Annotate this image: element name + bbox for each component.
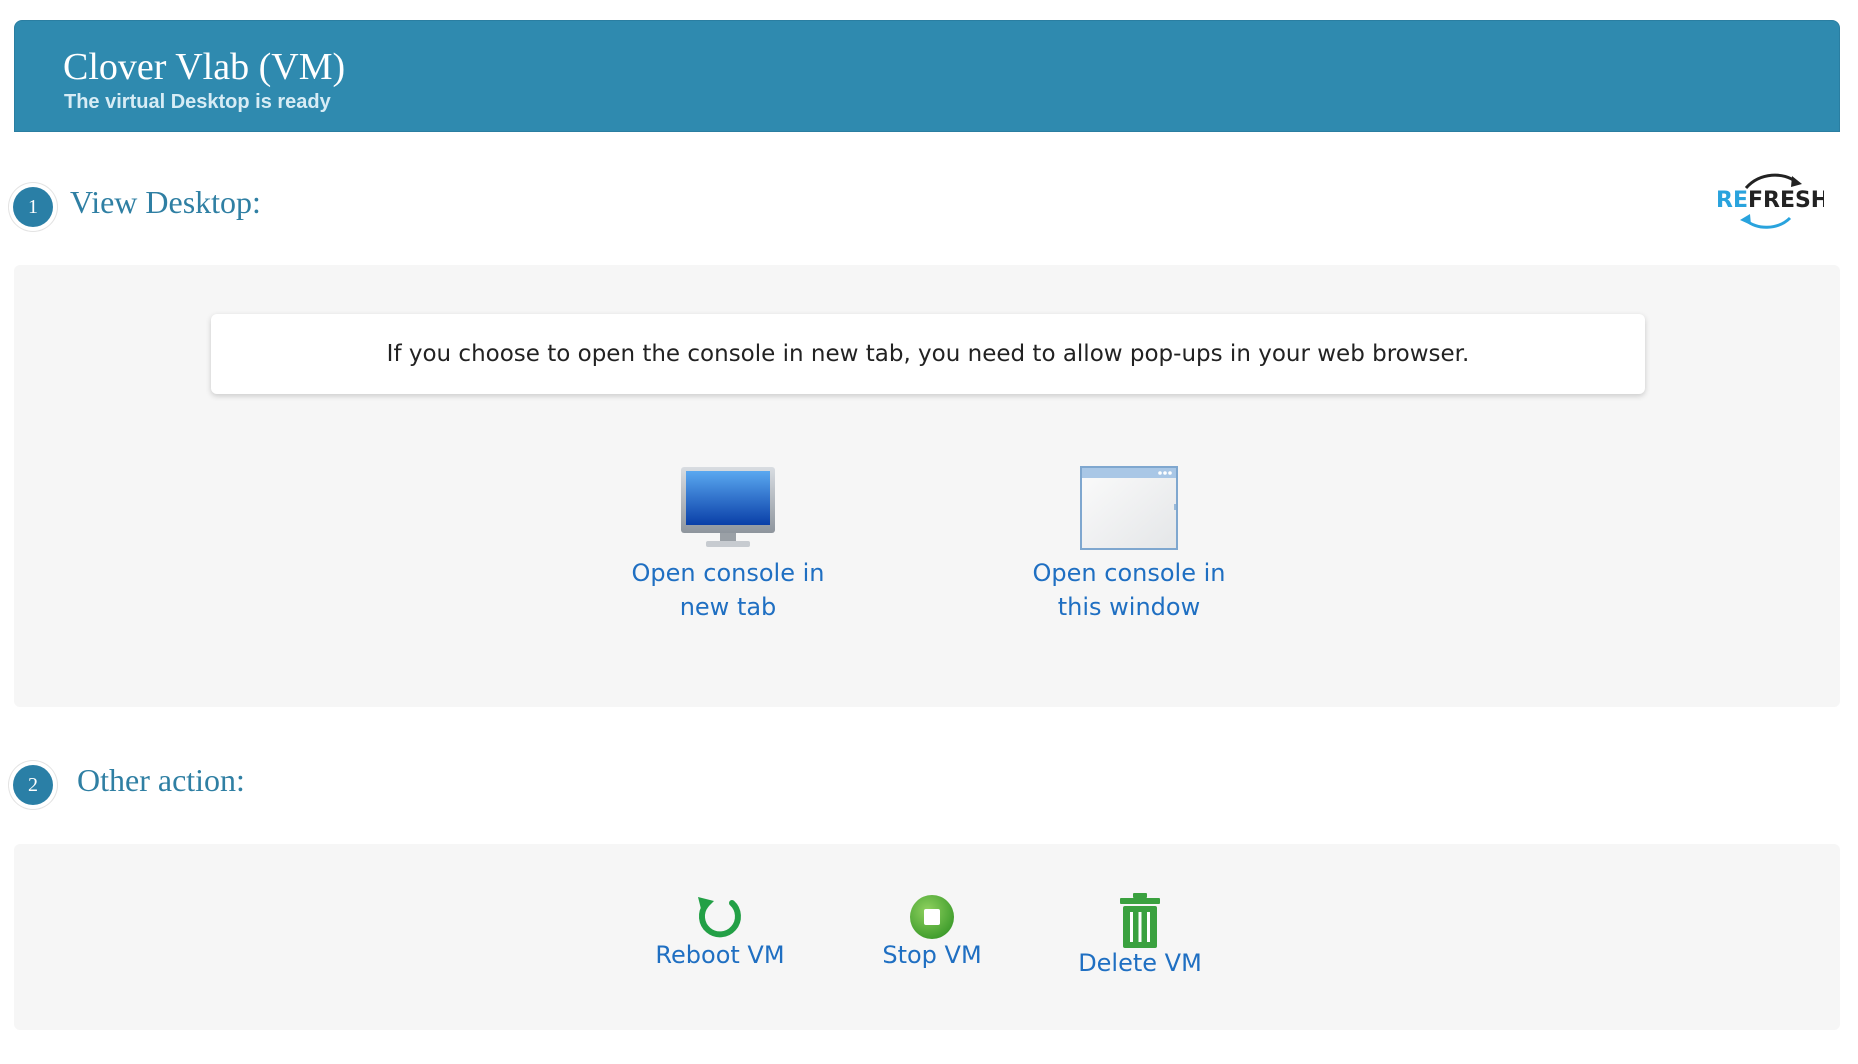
reboot-icon bbox=[698, 897, 741, 938]
open-console-new-tab-label-2: new tab bbox=[679, 593, 777, 621]
browser-window-icon bbox=[1080, 466, 1178, 550]
delete-vm-button[interactable]: Delete VM bbox=[1070, 893, 1210, 977]
reboot-vm-label: Reboot VM bbox=[655, 941, 785, 969]
section-title-view-desktop: View Desktop: bbox=[70, 184, 261, 220]
reboot-vm-button[interactable]: Reboot VM bbox=[650, 893, 790, 969]
open-console-this-window-label-1: Open console in bbox=[1032, 559, 1226, 587]
svg-text:REFRESH: REFRESH bbox=[1716, 188, 1824, 213]
section-title-other-action: Other action: bbox=[77, 762, 245, 798]
refresh-label-part1: RE bbox=[1716, 188, 1748, 213]
step-number-1: 1 bbox=[13, 187, 53, 227]
stop-vm-label: Stop VM bbox=[882, 941, 982, 969]
popup-notice: If you choose to open the console in new… bbox=[211, 314, 1645, 394]
open-console-new-tab-button[interactable]: Open console in new tab bbox=[598, 466, 858, 624]
page-title: Clover Vlab (VM) bbox=[63, 46, 346, 88]
page-subtitle: The virtual Desktop is ready bbox=[64, 91, 331, 113]
open-console-new-tab-label-1: Open console in bbox=[631, 559, 825, 587]
open-console-this-window-label-2: this window bbox=[1057, 593, 1201, 621]
delete-vm-label: Delete VM bbox=[1078, 949, 1202, 977]
refresh-icon: REFRESH bbox=[1716, 173, 1824, 229]
trash-icon bbox=[1120, 893, 1160, 948]
popup-notice-text: If you choose to open the console in new… bbox=[386, 341, 1470, 367]
monitor-icon bbox=[681, 467, 775, 547]
page-header: Clover Vlab (VM) The virtual Desktop is … bbox=[14, 20, 1840, 132]
stop-vm-button[interactable]: Stop VM bbox=[872, 893, 992, 969]
step-number-2: 2 bbox=[13, 765, 53, 805]
refresh-button[interactable]: REFRESH bbox=[1714, 168, 1824, 232]
open-console-this-window-button[interactable]: Open console in this window bbox=[999, 466, 1259, 624]
stop-icon bbox=[910, 895, 954, 939]
refresh-label-part2: FRESH bbox=[1748, 188, 1824, 213]
